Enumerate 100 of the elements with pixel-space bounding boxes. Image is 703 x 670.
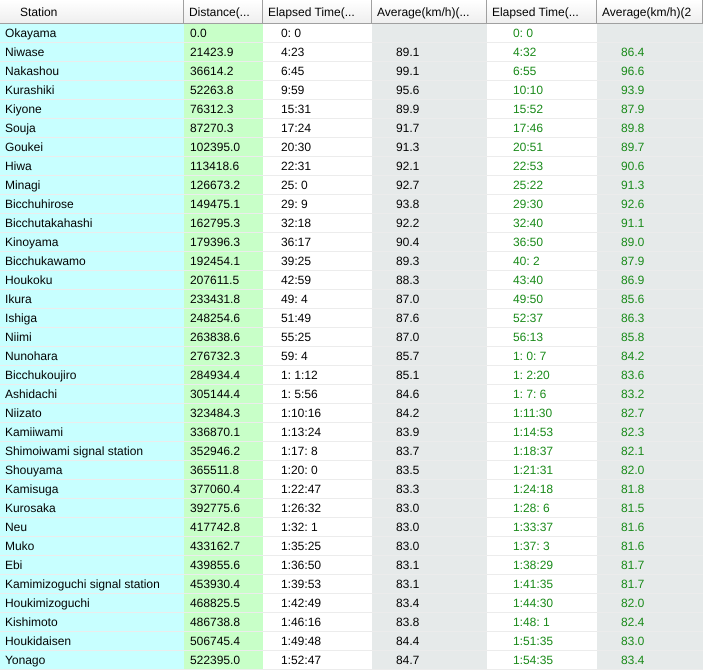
table-cell: 192454.1 [184,252,263,271]
table-cell: Goukei [0,138,184,157]
table-cell: Ikura [0,290,184,309]
table-cell: 81.7 [597,575,703,594]
table-cell: Ashidachi [0,385,184,404]
table-cell: 83.7 [372,442,487,461]
table-cell: 90.4 [372,233,487,252]
table-cell: 433162.7 [184,537,263,556]
table-cell: 99.1 [372,62,487,81]
table-cell: Bicchutakahashi [0,214,184,233]
table-cell: Houkimizoguchi [0,594,184,613]
table-cell: 83.2 [597,385,703,404]
table-cell: Souja [0,119,184,138]
table-cell: 336870.1 [184,423,263,442]
table-cell: 91.1 [597,214,703,233]
table-cell: 323484.3 [184,404,263,423]
table-cell: 83.4 [372,594,487,613]
table-cell: 85.6 [597,290,703,309]
table-cell: 93.9 [597,81,703,100]
table-cell: 82.7 [597,404,703,423]
table-cell: 96.6 [597,62,703,81]
table-cell: Nunohara [0,347,184,366]
table-cell: 126673.2 [184,176,263,195]
table-cell: 76312.3 [184,100,263,119]
table-cell: 90.6 [597,157,703,176]
table-cell: Bicchuhirose [0,195,184,214]
column-header[interactable]: Elapsed Time(... [487,0,597,24]
table-cell: Kamiiwami [0,423,184,442]
table-cell: 86.9 [597,271,703,290]
table-cell: 84.2 [372,404,487,423]
table-cell: 92.2 [372,214,487,233]
table-cell: 86.3 [597,309,703,328]
table-cell: 83.1 [372,575,487,594]
table-cell: 276732.3 [184,347,263,366]
table-cell: Shouyama [0,461,184,480]
table-cell: Okayama [0,24,184,43]
table-cell: Houkidaisen [0,632,184,651]
table-cell: 417742.8 [184,518,263,537]
table-cell: 377060.4 [184,480,263,499]
column-header[interactable]: Station [0,0,184,24]
table-cell: 82.0 [597,461,703,480]
table-cell: Niimi [0,328,184,347]
table-cell: 305144.4 [184,385,263,404]
table-cell: 93.8 [372,195,487,214]
table-cell: 207611.5 [184,271,263,290]
table-cell: 102395.0 [184,138,263,157]
table-cell: Ishiga [0,309,184,328]
table-cell: Hiwa [0,157,184,176]
table-cell: 263838.6 [184,328,263,347]
table-cell: 52263.8 [184,81,263,100]
table-cell: 149475.1 [184,195,263,214]
table-cell: 87.0 [372,328,487,347]
table-cell: 85.1 [372,366,487,385]
table-cell: Neu [0,518,184,537]
table-cell: 89.7 [597,138,703,157]
table-cell: 83.5 [372,461,487,480]
column-header[interactable]: Elapsed Time(... [263,0,372,24]
table-cell: 522395.0 [184,651,263,670]
table-cell: 91.3 [597,176,703,195]
table-cell: Ebi [0,556,184,575]
table-cell: Minagi [0,176,184,195]
table-cell: 83.9 [372,423,487,442]
table-cell: 95.6 [372,81,487,100]
table-cell: 88.3 [372,271,487,290]
table-cell: 87.6 [372,309,487,328]
table-cell: 82.0 [597,594,703,613]
table-cell: 89.0 [597,233,703,252]
table-cell: 89.1 [372,43,487,62]
column-header[interactable]: Average(km/h)(... [372,0,487,24]
table-cell: 87.0 [372,290,487,309]
table-cell: Houkoku [0,271,184,290]
table-cell: 82.1 [597,442,703,461]
table-cell: 113418.6 [184,157,263,176]
table-cell: 83.0 [597,632,703,651]
table-cell: 83.8 [372,613,487,632]
column-header[interactable]: Distance(... [184,0,263,24]
table-cell: 87.9 [597,100,703,119]
table-cell: 81.6 [597,537,703,556]
table-cell: 92.1 [372,157,487,176]
table-cell: Bicchukawamo [0,252,184,271]
table-cell: 84.4 [372,632,487,651]
table-cell: 162795.3 [184,214,263,233]
table-cell: 92.6 [597,195,703,214]
table-cell: Kishimoto [0,613,184,632]
column-header[interactable]: Average(km/h)(2 [597,0,703,24]
table-cell: Kinoyama [0,233,184,252]
table-cell: 486738.8 [184,613,263,632]
table-cell: 87270.3 [184,119,263,138]
table-cell: 84.7 [372,651,487,670]
table-cell: 84.2 [597,347,703,366]
table-cell: 468825.5 [184,594,263,613]
table-cell: 91.3 [372,138,487,157]
table-cell: 506745.4 [184,632,263,651]
table-cell: 83.4 [597,651,703,670]
table-cell: Niwase [0,43,184,62]
table-cell: 83.0 [372,537,487,556]
table-cell: Muko [0,537,184,556]
table-cell: Kurosaka [0,499,184,518]
table-cell: 84.6 [372,385,487,404]
table-cell: 81.5 [597,499,703,518]
